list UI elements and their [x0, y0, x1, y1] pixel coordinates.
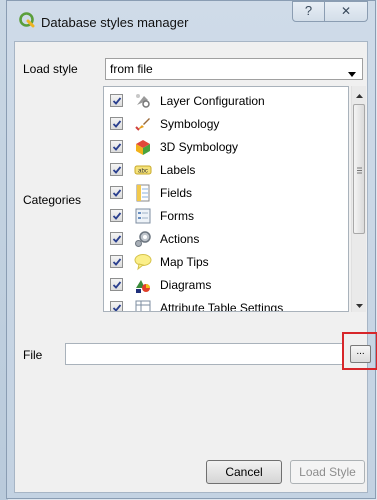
close-icon: ✕ [340, 4, 352, 18]
category-item-diagrams[interactable]: Diagrams [104, 274, 334, 297]
category-label: Actions [160, 232, 200, 246]
category-item-map-tips[interactable]: Map Tips [104, 251, 334, 274]
load-style-value: from file [110, 62, 153, 76]
category-item-fields[interactable]: Fields [104, 182, 334, 205]
checkbox[interactable] [110, 278, 123, 291]
checkbox[interactable] [110, 163, 123, 176]
actions-gear-icon [134, 230, 152, 248]
diagrams-icon [134, 276, 152, 294]
question-mark-icon: ? [304, 3, 313, 18]
checkbox[interactable] [110, 117, 123, 130]
checkbox[interactable] [110, 186, 123, 199]
forms-icon [134, 207, 152, 225]
help-button[interactable]: ? [292, 1, 325, 22]
dialog-body: Load style from file Categories Layer Co… [14, 41, 377, 493]
chevron-down-icon [348, 66, 356, 80]
browse-file-button[interactable]: ... [350, 345, 371, 363]
checkbox[interactable] [110, 140, 123, 153]
symbology-brush-icon [134, 115, 152, 133]
category-label: Forms [160, 209, 194, 223]
map-tips-bubble-icon [134, 253, 152, 271]
fields-icon [134, 184, 152, 202]
checkbox[interactable] [110, 232, 123, 245]
checkbox[interactable] [110, 301, 123, 311]
category-label: Diagrams [160, 278, 212, 292]
attribute-table-icon [134, 299, 152, 311]
scroll-up-arrow-icon[interactable] [355, 90, 364, 99]
categories-label: Categories [23, 193, 82, 207]
load-style-button[interactable]: Load Style [290, 460, 365, 484]
category-label: Layer Configuration [160, 94, 265, 108]
dialog-window: Database styles manager ? ✕ Load style f… [6, 0, 377, 499]
file-label: File [23, 348, 43, 362]
3d-cube-icon [134, 138, 152, 156]
category-label: Map Tips [160, 255, 209, 269]
category-label: Symbology [160, 117, 220, 131]
category-item-layer-configuration[interactable]: Layer Configuration [104, 90, 334, 113]
category-item-symbology[interactable]: Symbology [104, 113, 334, 136]
qgis-logo-icon [19, 12, 35, 31]
file-path-input[interactable] [65, 343, 343, 365]
cancel-button[interactable]: Cancel [206, 460, 282, 484]
load-style-label: Load style [23, 62, 78, 76]
category-label: 3D Symbology [160, 140, 239, 154]
category-item-forms[interactable]: Forms [104, 205, 334, 228]
layer-configuration-icon [134, 92, 152, 110]
close-button[interactable]: ✕ [324, 1, 368, 22]
categories-list[interactable]: Layer Configuration Symbology 3D Symbolo… [103, 86, 349, 312]
category-label: Labels [160, 163, 196, 177]
categories-scrollbar[interactable] [351, 86, 366, 312]
scrollbar-thumb[interactable] [353, 104, 365, 234]
svg-text:abc: abc [138, 169, 148, 175]
checkbox[interactable] [110, 94, 123, 107]
window-title: Database styles manager [41, 15, 189, 30]
category-item-3d-symbology[interactable]: 3D Symbology [104, 136, 334, 159]
load-style-dropdown[interactable]: from file [105, 58, 363, 80]
category-item-actions[interactable]: Actions [104, 228, 334, 251]
category-label: Fields [160, 186, 193, 200]
title-bar[interactable]: Database styles manager ? ✕ [7, 1, 375, 41]
category-item-attribute-table-settings[interactable]: Attribute Table Settings [104, 297, 334, 312]
category-item-labels[interactable]: abc Labels [104, 159, 334, 182]
checkbox[interactable] [110, 209, 123, 222]
checkbox[interactable] [110, 255, 123, 268]
category-label: Attribute Table Settings [160, 301, 284, 312]
grip-icon [357, 163, 362, 174]
labels-abc-icon: abc [134, 161, 152, 179]
scroll-down-arrow-icon[interactable] [355, 299, 364, 308]
